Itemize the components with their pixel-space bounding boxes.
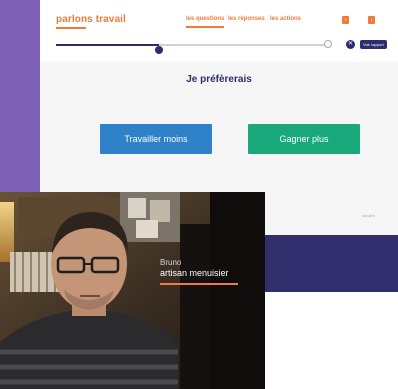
nav-actions[interactable]: les actions <box>270 16 301 22</box>
brand-underline <box>56 27 86 29</box>
nav-reponses[interactable]: les réponses <box>228 16 265 22</box>
progress-knob[interactable] <box>155 46 164 54</box>
video-overlay[interactable] <box>0 192 265 389</box>
report-button[interactable]: Voir rapport <box>360 40 387 49</box>
twitter-share-button[interactable]: t <box>368 16 376 24</box>
video-frame-image <box>0 192 265 389</box>
brand-logo[interactable]: parlons travail <box>56 14 126 25</box>
question-title: Je préfèrerais <box>186 74 252 85</box>
choice-earn-more-label: Gagner plus <box>279 134 329 144</box>
close-icon[interactable]: ✕ <box>346 40 355 49</box>
facebook-share-button[interactable]: f <box>342 16 350 24</box>
caption-underline <box>160 283 238 285</box>
video-person-role: artisan menuisier <box>160 268 229 278</box>
next-link[interactable]: suivant <box>362 213 375 218</box>
progress-track <box>56 44 328 46</box>
nav-questions[interactable]: les questions <box>186 16 225 28</box>
app-header: parlons travail les questions les répons… <box>40 0 398 62</box>
progress-end-icon <box>324 40 332 48</box>
choice-work-less-button[interactable]: Travailler moins <box>100 124 212 154</box>
choice-earn-more-button[interactable]: Gagner plus <box>248 124 360 154</box>
video-person-name: Bruno <box>160 258 182 267</box>
choice-work-less-label: Travailler moins <box>124 134 188 144</box>
progress-fill <box>56 44 160 46</box>
background-strip <box>0 0 40 195</box>
